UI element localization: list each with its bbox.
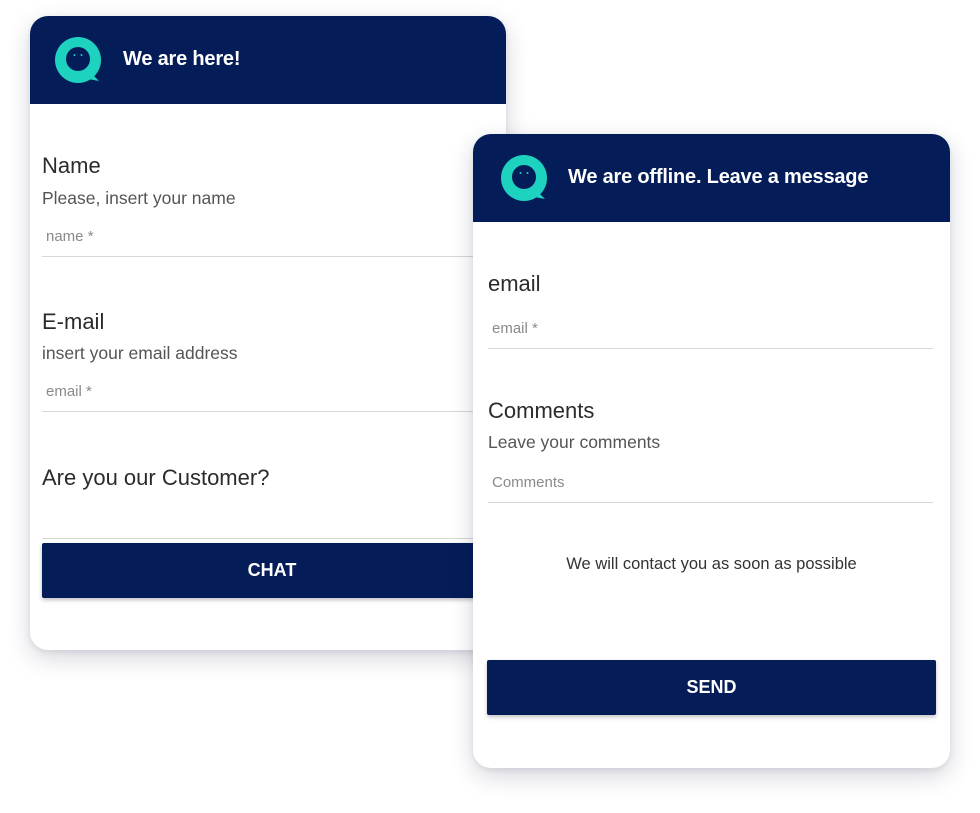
customer-question-label: Are you our Customer? [42,465,270,490]
email-help-text: insert your email address [42,343,238,363]
chat-button[interactable]: CHAT [42,543,502,598]
offline-card-title: We are offline. Leave a message [568,166,869,188]
email-label: E-mail [42,309,105,334]
email-input[interactable]: email * [42,377,502,412]
name-help-text: Please, insert your name [42,188,236,208]
offline-email-label: email [488,271,541,296]
comments-input[interactable]: Comments [488,468,933,503]
chat-bubble-logo-icon [55,37,101,83]
send-button[interactable]: SEND [487,660,936,715]
online-card-title: We are here! [123,48,241,70]
online-card-header: We are here! [30,16,506,104]
chat-bubble-logo-icon [501,155,547,201]
comments-help-text: Leave your comments [488,432,661,452]
comments-input-placeholder: Comments [492,474,565,491]
name-input[interactable]: name * [42,222,502,257]
name-label: Name [42,153,101,178]
online-chat-card: We are here! Name Please, insert your na… [30,16,506,650]
offline-email-input[interactable]: email * [488,314,933,349]
customer-select[interactable] [42,504,502,539]
comments-label: Comments [488,398,595,423]
offline-email-placeholder: email * [492,320,538,337]
offline-message-card: We are offline. Leave a message email em… [473,134,950,768]
contact-note: We will contact you as soon as possible [566,555,857,573]
email-input-placeholder: email * [46,383,92,400]
offline-card-header: We are offline. Leave a message [473,134,950,222]
name-input-placeholder: name * [46,228,94,245]
